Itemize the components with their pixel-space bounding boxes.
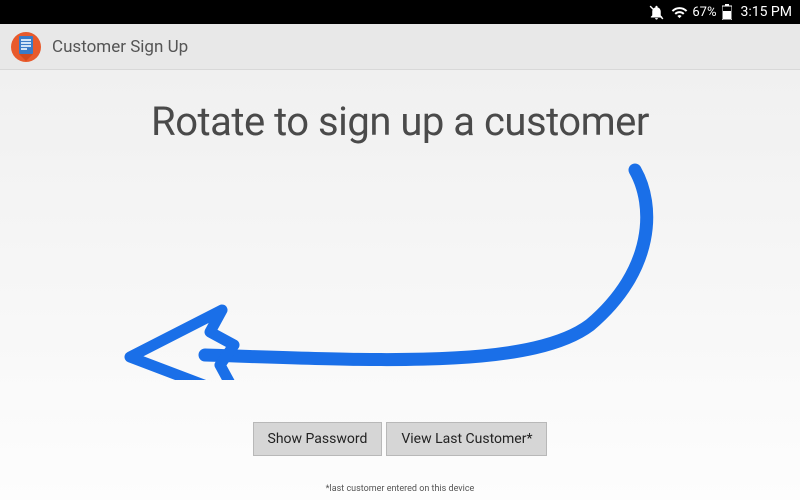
status-clock: 3:15 PM	[740, 4, 792, 20]
headline: Rotate to sign up a customer	[151, 98, 649, 145]
view-last-customer-button[interactable]: View Last Customer*	[386, 422, 547, 456]
battery-icon	[722, 4, 732, 20]
footnote: *last customer entered on this device	[326, 484, 475, 494]
app-bar: Customer Sign Up	[0, 24, 800, 70]
button-row: Show Password View Last Customer*	[253, 422, 548, 456]
android-status-bar: 67% 3:15 PM	[0, 0, 800, 24]
battery-percent: 67%	[692, 5, 716, 20]
app-bar-title: Customer Sign Up	[52, 37, 188, 57]
app-icon	[10, 31, 42, 63]
show-password-button[interactable]: Show Password	[253, 422, 383, 456]
wifi-icon	[671, 4, 688, 21]
main-content: Rotate to sign up a customer Show Passwo…	[0, 70, 800, 500]
mute-icon	[648, 4, 665, 21]
rotate-arrow-graphic	[110, 160, 670, 380]
